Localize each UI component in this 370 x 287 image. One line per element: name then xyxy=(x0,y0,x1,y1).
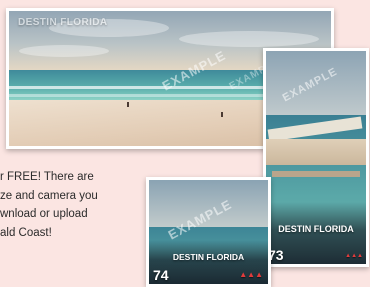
temperature-readout: 74 xyxy=(153,267,169,283)
brand-logo: ▲▲▲ xyxy=(239,270,263,279)
location-subtitle xyxy=(18,30,19,36)
promo-text: r FREE! There are ze and camera you wnlo… xyxy=(0,168,170,242)
location-title: DESTIN FLORIDA xyxy=(18,17,108,28)
location-title: DESTIN FLORIDA xyxy=(278,224,354,234)
brand-logo: ▲▲▲ xyxy=(345,253,363,259)
person-on-beach xyxy=(127,102,129,107)
cloud xyxy=(19,45,109,57)
person-on-beach xyxy=(221,112,223,117)
jetty-sand xyxy=(266,139,366,165)
promo-line-3: wnload or upload xyxy=(0,208,88,220)
webcam-screenshot-small[interactable]: EXAMPLE DESTIN FLORIDA 74 ▲▲▲ xyxy=(146,177,271,287)
location-title: DESTIN FLORIDA xyxy=(172,252,245,262)
promo-line-1: r FREE! There are xyxy=(0,171,94,183)
promo-line-2: ze and camera you xyxy=(0,189,98,202)
cloud xyxy=(179,31,319,47)
dock xyxy=(272,171,360,177)
webcam-screenshot-tall[interactable]: EXAMPLE DESTIN FLORIDA 73 ▲▲▲ xyxy=(263,48,369,267)
promo-line-4: ald Coast! xyxy=(0,226,52,239)
location-subtitle xyxy=(266,236,366,241)
